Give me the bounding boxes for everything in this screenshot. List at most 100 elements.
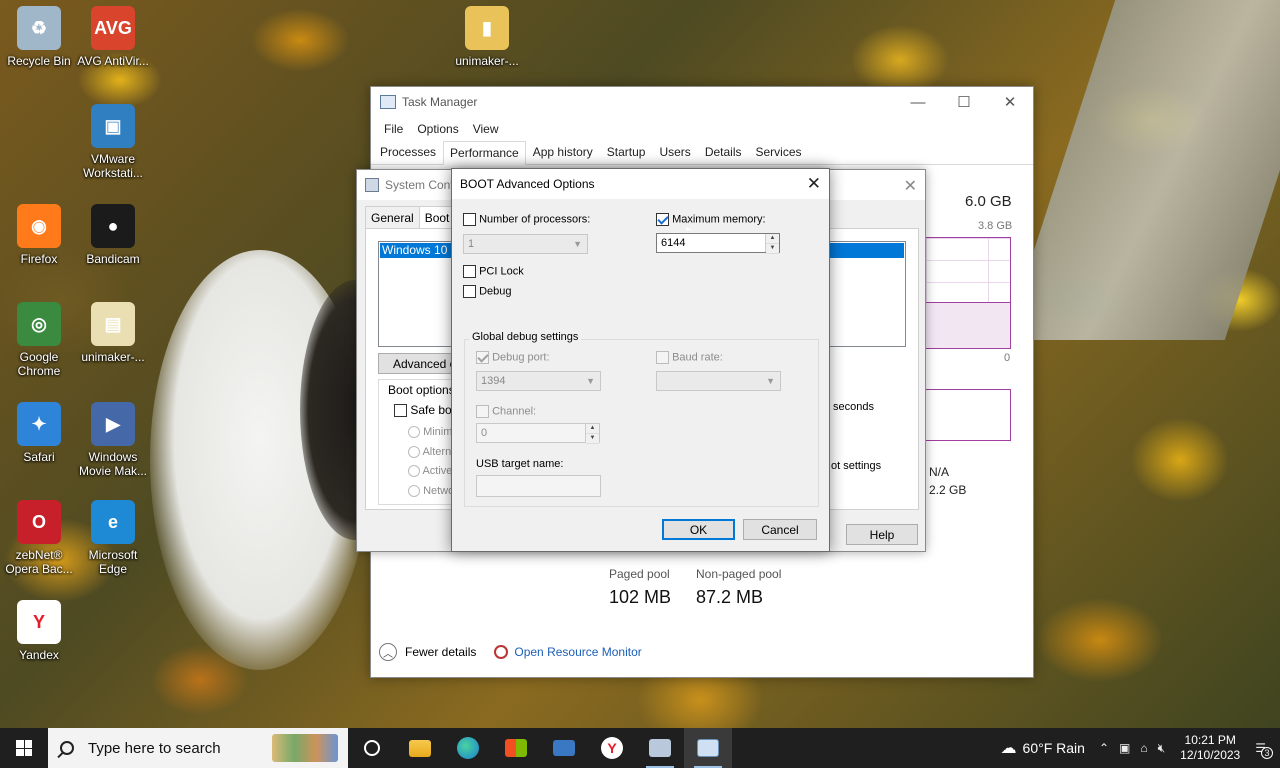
tab-performance[interactable]: Performance xyxy=(443,141,526,165)
boot-options-label: Boot options xyxy=(386,383,457,397)
desktop-app-icon: Y xyxy=(17,600,61,644)
task-view-button[interactable] xyxy=(348,728,396,768)
boot-advanced-options-dialog[interactable]: BOOT Advanced Options ✕ Number of proces… xyxy=(451,168,830,552)
na-value: N/A xyxy=(929,465,950,479)
cancel-button[interactable]: Cancel xyxy=(743,519,817,540)
ok-button[interactable]: OK xyxy=(662,519,735,540)
fewer-details-link[interactable]: Fewer details xyxy=(405,645,476,659)
spin-down-icon[interactable]: ▼ xyxy=(586,434,599,444)
help-button[interactable]: Help xyxy=(846,524,918,545)
channel-checkbox[interactable] xyxy=(476,405,489,418)
desktop-icon[interactable]: ▶ Windows Movie Mak... xyxy=(74,402,152,478)
maximize-button[interactable]: ☐ xyxy=(941,87,987,117)
file-explorer-button[interactable] xyxy=(396,728,444,768)
desktop-app-icon: ▶ xyxy=(91,402,135,446)
tab-users[interactable]: Users xyxy=(652,140,697,164)
open-resource-monitor-link[interactable]: Open Resource Monitor xyxy=(514,645,641,659)
desktop-app-icon: ◉ xyxy=(17,204,61,248)
maximum-memory-input[interactable]: 6144 ▲ ▼ xyxy=(656,233,780,254)
start-button[interactable] xyxy=(0,728,48,768)
spin-up-icon[interactable]: ▲ xyxy=(586,424,599,434)
usb-target-name-input[interactable] xyxy=(476,475,601,497)
desktop-icon[interactable]: ◉ Firefox xyxy=(0,204,78,266)
desktop-icon[interactable]: AVG AVG AntiVir... xyxy=(74,6,152,68)
menu-file[interactable]: File xyxy=(377,122,410,136)
maximum-memory-label: Maximum memory: xyxy=(672,213,766,226)
spin-up-icon[interactable]: ▲ xyxy=(766,234,779,244)
taskbar-search-box[interactable]: Type here to search xyxy=(48,728,348,768)
menu-options[interactable]: Options xyxy=(410,122,465,136)
desktop-icon[interactable]: Y Yandex xyxy=(0,600,78,662)
safe-mode-alternate-radio[interactable] xyxy=(408,445,420,458)
spin-down-icon[interactable]: ▼ xyxy=(766,244,779,254)
resource-monitor-icon xyxy=(494,645,509,659)
weather-text[interactable]: 60°F Rain xyxy=(1023,740,1085,756)
desktop-app-icon: ▣ xyxy=(91,104,135,148)
safe-mode-active-radio[interactable] xyxy=(408,465,420,478)
safe-mode-network-radio[interactable] xyxy=(408,484,420,497)
taskbar: Type here to search Y ☁ 60°F Rain ⌃ ▣ ⌂ … xyxy=(0,728,1280,768)
clock[interactable]: 10:21 PM 12/10/2023 xyxy=(1180,733,1240,763)
notifications-button[interactable]: ☰ 3 xyxy=(1255,741,1273,759)
edge-button[interactable] xyxy=(444,728,492,768)
close-icon[interactable]: ✕ xyxy=(807,174,821,194)
desktop-icon[interactable]: ◎ Google Chrome xyxy=(0,302,78,378)
desktop-app-icon: ▤ xyxy=(91,302,135,346)
desktop-app-icon: ◎ xyxy=(17,302,61,346)
pci-lock-checkbox[interactable] xyxy=(463,265,476,278)
number-of-processors-checkbox[interactable] xyxy=(463,213,476,226)
remote-desktop-button[interactable] xyxy=(540,728,588,768)
store-icon xyxy=(505,739,527,757)
memory-graph-max: 3.8 GB xyxy=(978,220,1013,232)
tab-details[interactable]: Details xyxy=(698,140,749,164)
memory-graph-min: 0 xyxy=(1004,352,1011,364)
microsoft-store-button[interactable] xyxy=(492,728,540,768)
desktop-icon[interactable]: OzebNet® Opera Bac... xyxy=(0,500,78,576)
desktop-icon[interactable]: ▣ VMware Workstati... xyxy=(74,104,152,180)
safe-boot-checkbox[interactable] xyxy=(394,404,407,418)
clock-time: 10:21 PM xyxy=(1184,733,1236,747)
maximum-memory-checkbox[interactable] xyxy=(656,213,669,226)
debug-port-checkbox[interactable] xyxy=(476,351,489,364)
tab-services[interactable]: Services xyxy=(749,140,809,164)
tab-startup[interactable]: Startup xyxy=(600,140,653,164)
debug-checkbox[interactable] xyxy=(463,285,476,298)
desktop-app-icon: ● xyxy=(91,204,135,248)
camera-tray-icon[interactable]: ▣ xyxy=(1119,741,1130,755)
yandex-button[interactable]: Y xyxy=(588,728,636,768)
volume-muted-icon[interactable]: 🔇︎ xyxy=(1158,741,1166,756)
minimize-button[interactable]: — xyxy=(895,87,941,117)
desktop-icon[interactable]: ▤ unimaker-... xyxy=(74,302,152,364)
search-icon xyxy=(60,741,74,755)
tab-general[interactable]: General xyxy=(365,206,420,230)
tab-boot[interactable]: Boot xyxy=(418,206,456,230)
desktop-icon-label: Firefox xyxy=(20,252,58,266)
task-manager-icon xyxy=(380,95,396,109)
chevron-up-icon[interactable]: ︿ xyxy=(379,643,397,661)
desktop-icon[interactable]: e Microsoft Edge xyxy=(74,500,152,576)
tab-processes[interactable]: Processes xyxy=(373,140,443,164)
number-of-processors-select[interactable]: 1 ▼ xyxy=(463,234,588,254)
notification-count-badge: 3 xyxy=(1261,747,1273,759)
pci-lock-label: PCI Lock xyxy=(479,265,524,278)
desktop-icon-label: Windows Movie Mak... xyxy=(78,450,147,478)
baud-rate-select[interactable]: ▼ xyxy=(656,371,781,391)
network-icon[interactable]: ⌂ xyxy=(1140,741,1147,755)
close-icon[interactable]: ✕ xyxy=(904,176,917,196)
close-button[interactable]: ✕ xyxy=(987,87,1033,117)
desktop-icon[interactable]: ● Bandicam xyxy=(74,204,152,266)
channel-input[interactable]: 0 ▲ ▼ xyxy=(476,423,600,444)
debug-port-select[interactable]: 1394 ▼ xyxy=(476,371,601,391)
tab-app-history[interactable]: App history xyxy=(526,140,600,164)
desktop-icon[interactable]: ♻ Recycle Bin xyxy=(0,6,78,68)
menu-view[interactable]: View xyxy=(466,122,506,136)
safe-mode-minimal-radio[interactable] xyxy=(408,426,420,439)
cached-value: 2.2 GB xyxy=(929,483,967,497)
chevron-up-icon[interactable]: ⌃ xyxy=(1099,741,1109,755)
baud-rate-checkbox[interactable] xyxy=(656,351,669,364)
desktop-icon[interactable]: ✦ Safari xyxy=(0,402,78,464)
desktop-icon[interactable]: ▮ unimaker-... xyxy=(448,6,526,68)
system-configuration-button[interactable] xyxy=(636,728,684,768)
task-manager-button[interactable] xyxy=(684,728,732,768)
dialog-titlebar[interactable]: BOOT Advanced Options xyxy=(452,169,829,199)
